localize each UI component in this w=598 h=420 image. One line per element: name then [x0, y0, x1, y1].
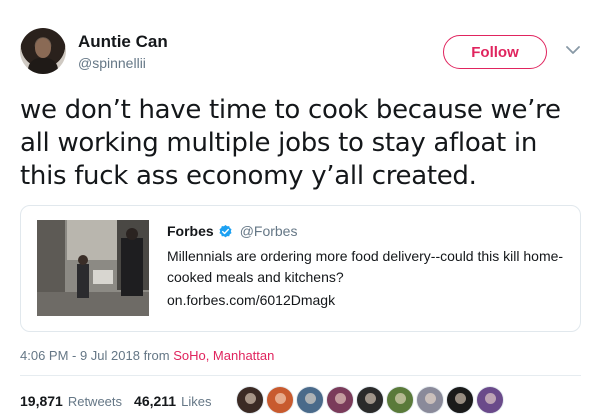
avatar[interactable]: [20, 28, 66, 74]
quoted-tweet-author[interactable]: Forbes @Forbes: [167, 223, 297, 239]
tweet-timestamp: 4:06 PM - 9 Jul 2018 from SoHo, Manhatta…: [20, 348, 274, 363]
follow-button[interactable]: Follow: [443, 35, 547, 69]
quoted-tweet-link[interactable]: on.forbes.com/6012Dmagk: [167, 290, 335, 311]
verified-badge-icon: [218, 224, 233, 239]
liker-avatar[interactable]: [266, 386, 294, 414]
quoted-tweet-name[interactable]: Forbes: [167, 223, 214, 239]
likes-label[interactable]: Likes: [181, 394, 211, 409]
liker-avatar[interactable]: [446, 386, 474, 414]
retweets-count[interactable]: 19,871: [20, 393, 63, 409]
user-handle[interactable]: @spinnellii: [78, 55, 146, 71]
retweets-label[interactable]: Retweets: [68, 394, 122, 409]
quoted-tweet-handle[interactable]: @Forbes: [240, 223, 298, 239]
liker-avatar[interactable]: [356, 386, 384, 414]
chevron-down-icon[interactable]: [563, 40, 583, 60]
liker-avatar[interactable]: [326, 386, 354, 414]
tweet-location[interactable]: SoHo, Manhattan: [173, 348, 274, 363]
likers-avatars: [236, 386, 506, 414]
tweet-stats: 19,871 Retweets 46,211 Likes: [20, 393, 211, 409]
liker-avatar[interactable]: [386, 386, 414, 414]
tweet-text: we don’t have time to cook because we’re…: [20, 95, 561, 191]
avatar-body: [28, 58, 58, 74]
quoted-tweet-image: [37, 220, 149, 316]
liker-avatar[interactable]: [296, 386, 324, 414]
liker-avatar[interactable]: [416, 386, 444, 414]
avatar-face: [35, 38, 51, 58]
liker-avatar[interactable]: [236, 386, 264, 414]
quoted-tweet[interactable]: Forbes @Forbes Millennials are ordering …: [20, 205, 581, 332]
likes-count[interactable]: 46,211: [134, 393, 176, 409]
divider: [20, 375, 581, 376]
quoted-tweet-text: Millennials are ordering more food deliv…: [167, 248, 564, 285]
tweet-card: Auntie Can @spinnellii Follow we don’t h…: [0, 0, 598, 420]
user-name[interactable]: Auntie Can: [78, 32, 168, 52]
liker-avatar[interactable]: [476, 386, 504, 414]
tweet-time[interactable]: 4:06 PM - 9 Jul 2018 from: [20, 348, 173, 363]
